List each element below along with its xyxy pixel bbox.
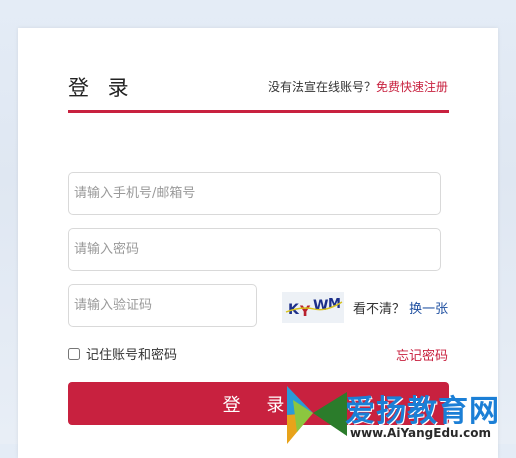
register-prompt-text: 没有法宣在线账号？: [267, 80, 376, 94]
refresh-captcha-link[interactable]: 换一张: [409, 302, 448, 317]
register-prompt: 没有法宣在线账号？免费快速注册: [268, 78, 448, 95]
captcha-refresh-area: 看不清？ 换一张: [353, 298, 448, 317]
forgot-password-link[interactable]: 忘记密码: [396, 345, 448, 364]
login-button[interactable]: 登 录: [68, 382, 449, 425]
register-link[interactable]: 免费快速注册: [376, 80, 448, 94]
remember-checkbox[interactable]: [68, 347, 80, 360]
page-title: 登 录: [68, 76, 135, 100]
login-card: 登 录 没有法宣在线账号？免费快速注册 K Y W M 看不清？ 换一张 记住账…: [18, 28, 498, 458]
unclear-label: 看不清？: [353, 302, 406, 317]
password-input[interactable]: [68, 228, 441, 271]
account-input[interactable]: [68, 172, 441, 215]
captcha-input[interactable]: [68, 284, 257, 327]
title-divider: [68, 110, 449, 113]
captcha-char: Y: [299, 304, 311, 320]
remember-option[interactable]: 记住账号和密码: [68, 344, 177, 363]
captcha-char: W: [313, 298, 328, 314]
captcha-image[interactable]: K Y W M: [282, 292, 344, 323]
remember-label: 记住账号和密码: [86, 348, 178, 363]
